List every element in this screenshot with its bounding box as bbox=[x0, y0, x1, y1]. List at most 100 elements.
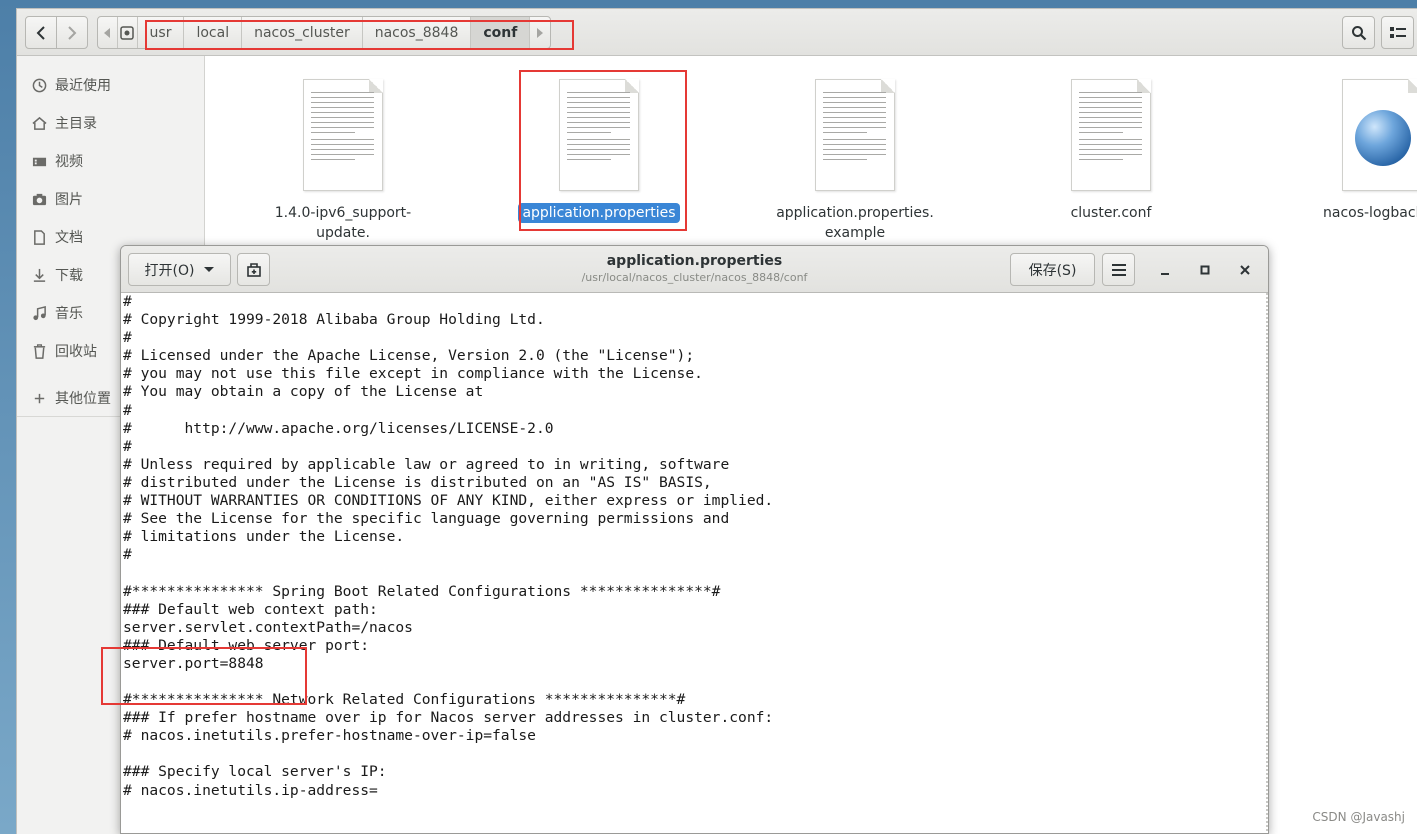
maximize-button[interactable] bbox=[1192, 257, 1218, 283]
code-line: # bbox=[123, 437, 132, 455]
sidebar-item-label: 文档 bbox=[55, 230, 83, 246]
file-item[interactable]: application.properties. example bbox=[760, 79, 950, 243]
video-icon bbox=[31, 153, 47, 169]
text-file-icon bbox=[1071, 79, 1151, 191]
chevron-left-icon bbox=[36, 25, 45, 40]
file-name: nacos-logback.xm bbox=[1323, 205, 1417, 221]
new-document-icon bbox=[246, 262, 261, 277]
code-line: ### If prefer hostname over ip for Nacos… bbox=[123, 709, 774, 727]
code-line: # distributed under the License is distr… bbox=[123, 473, 712, 491]
editor-header: 打开(O) application.properties /usr/local/… bbox=[121, 246, 1268, 293]
forward-button[interactable] bbox=[56, 16, 88, 49]
drive-icon bbox=[120, 25, 134, 40]
code-line: server.servlet.contextPath=/nacos bbox=[123, 618, 413, 636]
sidebar-item-label: 音乐 bbox=[55, 306, 83, 322]
sidebar-item-videos[interactable]: 视频 bbox=[17, 146, 205, 176]
save-button[interactable]: 保存(S) bbox=[1010, 253, 1095, 286]
search-button[interactable] bbox=[1342, 16, 1375, 49]
code-line: # you may not use this file except in co… bbox=[123, 365, 703, 383]
file-manager-header: usr local nacos_cluster nacos_8848 conf bbox=[17, 9, 1417, 56]
code-line: # Unless required by applicable law or a… bbox=[123, 455, 730, 473]
back-button[interactable] bbox=[25, 16, 57, 49]
right-margin-line bbox=[1266, 293, 1268, 833]
camera-icon bbox=[31, 191, 47, 207]
sidebar-item-label: 最近使用 bbox=[55, 78, 111, 94]
list-view-icon bbox=[1389, 26, 1406, 38]
minimize-icon bbox=[1161, 273, 1169, 275]
home-icon bbox=[31, 115, 47, 131]
view-options-button[interactable] bbox=[1381, 16, 1414, 49]
code-line: # nacos.inetutils.prefer-hostname-over-i… bbox=[123, 727, 536, 745]
code-line: ### Default web context path: bbox=[123, 600, 378, 618]
code-line: # http://www.apache.org/licenses/LICENSE… bbox=[123, 419, 554, 437]
file-item[interactable]: cluster.conf bbox=[1016, 79, 1206, 223]
path-root-button[interactable] bbox=[118, 17, 138, 48]
close-icon bbox=[1240, 265, 1250, 275]
document-title: application.properties bbox=[606, 253, 783, 269]
sidebar-item-label: 视频 bbox=[55, 154, 83, 170]
code-line: # WITHOUT WARRANTIES OR CONDITIONS OF AN… bbox=[123, 492, 774, 510]
file-item[interactable]: 1.4.0-ipv6_support-update.sql bbox=[248, 79, 438, 263]
path-scroll-right-button[interactable] bbox=[530, 17, 550, 48]
globe-icon bbox=[1355, 110, 1411, 166]
text-file-icon bbox=[303, 79, 383, 191]
close-button[interactable] bbox=[1232, 257, 1258, 283]
file-item-selected[interactable]: application.properties bbox=[504, 79, 694, 223]
sidebar-item-label: 其他位置 bbox=[55, 391, 111, 407]
path-segment-nacos-cluster[interactable]: nacos_cluster bbox=[242, 17, 363, 48]
code-line: # bbox=[123, 293, 132, 310]
xml-file-icon bbox=[1342, 79, 1417, 191]
text-file-icon bbox=[815, 79, 895, 191]
sidebar-item-label: 图片 bbox=[55, 192, 83, 208]
code-line: # bbox=[123, 546, 132, 564]
code-line: # bbox=[123, 401, 132, 419]
file-item[interactable]: nacos-logback.xm bbox=[1275, 79, 1417, 223]
menu-button[interactable] bbox=[1102, 253, 1135, 286]
clock-icon bbox=[31, 77, 47, 93]
plus-icon bbox=[31, 390, 47, 406]
watermark: CSDN @Javashj bbox=[1312, 810, 1405, 824]
chevron-right-icon bbox=[68, 25, 77, 40]
path-scroll-left-button[interactable] bbox=[98, 17, 118, 48]
trash-icon bbox=[31, 343, 47, 359]
new-document-button[interactable] bbox=[237, 253, 270, 286]
code-line: # Licensed under the Apache License, Ver… bbox=[123, 347, 695, 365]
sidebar-item-label: 主目录 bbox=[55, 116, 97, 132]
code-line: # nacos.inetutils.ip-address= bbox=[123, 781, 378, 799]
text-editor-window: 打开(O) application.properties /usr/local/… bbox=[120, 245, 1269, 834]
sidebar-item-recent[interactable]: 最近使用 bbox=[17, 70, 205, 100]
music-icon bbox=[31, 305, 47, 321]
code-line: #*************** Spring Boot Related Con… bbox=[123, 582, 721, 600]
code-line: # Copyright 1999-2018 Alibaba Group Hold… bbox=[123, 311, 545, 329]
code-line: # bbox=[123, 329, 132, 347]
code-line: # You may obtain a copy of the License a… bbox=[123, 383, 484, 401]
editor-text-area[interactable]: # # Copyright 1999-2018 Alibaba Group Hol… bbox=[121, 293, 1266, 833]
sidebar-item-label: 回收站 bbox=[55, 344, 97, 360]
chevron-down-icon bbox=[204, 267, 215, 272]
file-name: application.properties bbox=[504, 203, 694, 223]
path-segment-conf[interactable]: conf bbox=[471, 17, 531, 48]
minimize-button[interactable] bbox=[1152, 257, 1178, 283]
path-segment-usr[interactable]: usr bbox=[138, 17, 185, 48]
open-button[interactable]: 打开(O) bbox=[128, 253, 231, 286]
code-line: #*************** Network Related Configu… bbox=[123, 691, 686, 709]
maximize-icon bbox=[1200, 265, 1210, 275]
download-icon bbox=[31, 267, 47, 283]
save-button-label: 保存(S) bbox=[1028, 262, 1077, 279]
hamburger-menu-icon bbox=[1111, 263, 1126, 276]
path-segment-local[interactable]: local bbox=[184, 17, 243, 48]
code-line: ### Default web server port: bbox=[123, 636, 370, 654]
code-line: server.port=8848 bbox=[123, 654, 264, 672]
code-line: # limitations under the License. bbox=[123, 528, 405, 546]
sidebar-item-home[interactable]: 主目录 bbox=[17, 108, 205, 138]
editor-title: application.properties /usr/local/nacos_… bbox=[521, 252, 868, 286]
triangle-left-icon bbox=[104, 27, 111, 38]
sidebar-item-pictures[interactable]: 图片 bbox=[17, 184, 205, 214]
triangle-right-icon bbox=[537, 27, 544, 38]
path-segment-nacos-8848[interactable]: nacos_8848 bbox=[363, 17, 472, 48]
code-line: # See the License for the specific langu… bbox=[123, 510, 730, 528]
file-name: cluster.conf bbox=[1070, 205, 1152, 221]
search-icon bbox=[1351, 25, 1366, 40]
